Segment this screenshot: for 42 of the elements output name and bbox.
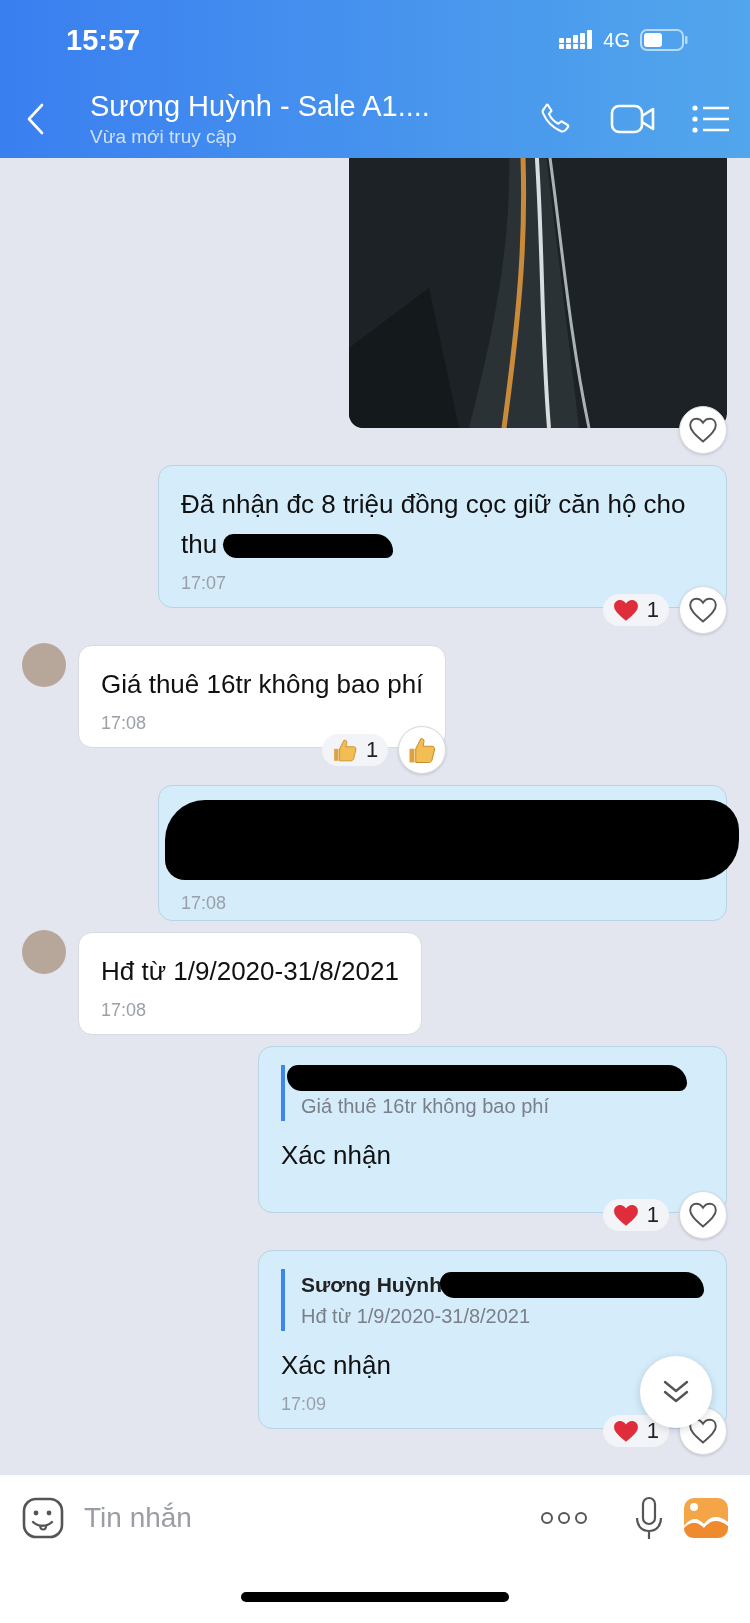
heart-icon <box>612 1203 639 1227</box>
message-bubble[interactable]: Hđ từ 1/9/2020-31/8/2021 17:08 <box>78 932 422 1035</box>
microphone-icon[interactable] <box>634 1495 664 1540</box>
thumbs-up-icon <box>332 737 359 763</box>
message-time: 17:09 <box>281 1393 327 1416</box>
heart-outline-icon <box>688 416 718 444</box>
message-time: 17:08 <box>181 892 227 915</box>
contact-status: Vừa mới truy cập <box>90 126 238 148</box>
thumbs-up-icon <box>407 735 438 765</box>
message-text: Hđ từ 1/9/2020-31/8/2021 <box>101 955 399 988</box>
battery-icon <box>640 29 688 51</box>
heart-icon <box>612 1419 639 1443</box>
more-dots-icon[interactable] <box>540 1510 588 1525</box>
menu-icon[interactable] <box>692 104 730 134</box>
message-time: 17:08 <box>101 712 147 735</box>
message-text: Xác nhận <box>281 1139 392 1172</box>
heart-outline-icon <box>688 1417 718 1445</box>
reaction-count[interactable]: 1 <box>602 594 669 626</box>
message-text: Giá thuê 16tr không bao phí <box>101 668 424 701</box>
video-camera-icon[interactable] <box>610 103 656 135</box>
heart-outline-icon <box>688 596 718 624</box>
reaction-count[interactable]: 1 <box>322 734 389 766</box>
message-time: 17:08 <box>101 999 147 1022</box>
back-icon <box>26 103 46 135</box>
message-text: Đã nhận đc 8 triệu đồng cọc giữ căn hộ cho thu <box>181 488 687 561</box>
message-text: Xác nhận <box>281 1349 392 1382</box>
message-time: 17:07 <box>181 572 227 595</box>
clock-time: 15:57 <box>66 23 142 57</box>
quoted-sender: Sương Huỳnh <box>301 1272 442 1298</box>
sticker-icon[interactable] <box>22 1496 64 1539</box>
back-button[interactable] <box>26 103 46 135</box>
network-type: 4G <box>603 28 630 52</box>
quoted-text: Giá thuê 16tr không bao phí <box>301 1094 550 1119</box>
message-input[interactable]: Tin nhắn <box>84 1501 520 1534</box>
double-chevron-down-icon <box>662 1379 690 1405</box>
heart-outline-icon <box>688 1201 718 1229</box>
heart-icon <box>612 598 639 622</box>
quoted-text: Hđ từ 1/9/2020-31/8/2021 <box>301 1304 532 1329</box>
signal-icon <box>559 30 594 50</box>
quoted-message[interactable]: Sương Huỳnh Hđ từ 1/9/2020-31/8/2021 <box>281 1269 704 1331</box>
reaction-count[interactable]: 1 <box>602 1199 669 1231</box>
image-gallery-icon[interactable] <box>684 1497 728 1538</box>
